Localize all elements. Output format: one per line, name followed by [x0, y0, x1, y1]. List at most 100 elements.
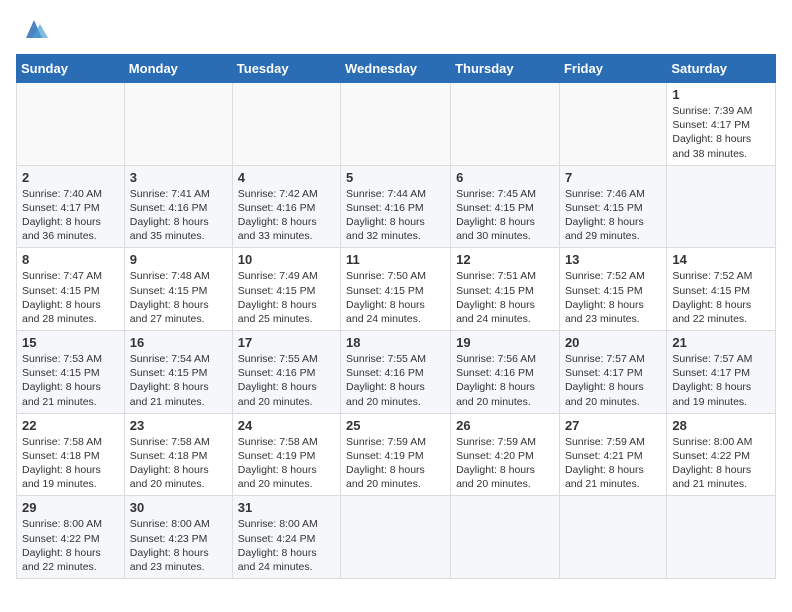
day-number: 26	[456, 418, 554, 433]
table-row: 8Sunrise: 7:47 AMSunset: 4:15 PMDaylight…	[17, 248, 125, 331]
day-number: 3	[130, 170, 227, 185]
table-row: 6 Sunrise: 7:45 AMSunset: 4:15 PMDaylight…	[451, 165, 560, 248]
day-info: Sunrise: 7:58 AMSunset: 4:18 PMDaylight:…	[22, 435, 119, 492]
day-number: 22	[22, 418, 119, 433]
empty-cell	[232, 83, 340, 166]
day-of-week-header: Sunday	[17, 55, 125, 83]
page-header	[16, 16, 776, 44]
table-row: 19 Sunrise: 7:56 AMSunset: 4:16 PMDayligh…	[451, 331, 560, 414]
day-info: Sunrise: 7:46 AMSunset: 4:15 PMDaylight:…	[565, 187, 661, 244]
day-number: 19	[456, 335, 554, 350]
table-row: 9 Sunrise: 7:48 AMSunset: 4:15 PMDaylight…	[124, 248, 232, 331]
table-row: 21 Sunrise: 7:57 AMSunset: 4:17 PMDayligh…	[667, 331, 776, 414]
day-number: 23	[130, 418, 227, 433]
table-row: 17Sunrise: 7:55 AMSunset: 4:16 PMDayligh…	[232, 331, 340, 414]
day-info: Sunrise: 7:47 AMSunset: 4:15 PMDaylight:…	[22, 269, 119, 326]
day-number: 4	[238, 170, 335, 185]
empty-cell	[667, 496, 776, 579]
day-info: Sunrise: 8:00 AMSunset: 4:22 PMDaylight:…	[22, 517, 119, 574]
day-info: Sunrise: 7:51 AMSunset: 4:15 PMDaylight:…	[456, 269, 554, 326]
day-number: 25	[346, 418, 445, 433]
day-info: Sunrise: 7:59 AMSunset: 4:21 PMDaylight:…	[565, 435, 661, 492]
day-of-week-header: Thursday	[451, 55, 560, 83]
day-info: Sunrise: 7:52 AMSunset: 4:15 PMDaylight:…	[565, 269, 661, 326]
day-number: 16	[130, 335, 227, 350]
day-number: 9	[130, 252, 227, 267]
day-number: 13	[565, 252, 661, 267]
calendar-table: SundayMondayTuesdayWednesdayThursdayFrid…	[16, 54, 776, 579]
day-info: Sunrise: 8:00 AMSunset: 4:22 PMDaylight:…	[672, 435, 770, 492]
empty-cell	[559, 83, 666, 166]
day-info: Sunrise: 7:48 AMSunset: 4:15 PMDaylight:…	[130, 269, 227, 326]
day-number: 7	[565, 170, 661, 185]
day-info: Sunrise: 7:54 AMSunset: 4:15 PMDaylight:…	[130, 352, 227, 409]
table-row: 13 Sunrise: 7:52 AMSunset: 4:15 PMDayligh…	[559, 248, 666, 331]
day-of-week-header: Saturday	[667, 55, 776, 83]
day-number: 1	[672, 87, 770, 102]
logo-icon	[20, 16, 48, 44]
table-row: 28 Sunrise: 8:00 AMSunset: 4:22 PMDayligh…	[667, 413, 776, 496]
day-number: 10	[238, 252, 335, 267]
day-info: Sunrise: 7:42 AMSunset: 4:16 PMDaylight:…	[238, 187, 335, 244]
day-info: Sunrise: 7:55 AMSunset: 4:16 PMDaylight:…	[346, 352, 445, 409]
day-number: 17	[238, 335, 335, 350]
table-row: 4 Sunrise: 7:42 AMSunset: 4:16 PMDaylight…	[232, 165, 340, 248]
table-row: 11Sunrise: 7:50 AMSunset: 4:15 PMDayligh…	[341, 248, 451, 331]
day-number: 11	[346, 252, 445, 267]
empty-cell	[667, 165, 776, 248]
day-info: Sunrise: 7:56 AMSunset: 4:16 PMDaylight:…	[456, 352, 554, 409]
table-row: 27 Sunrise: 7:59 AMSunset: 4:21 PMDayligh…	[559, 413, 666, 496]
day-info: Sunrise: 7:52 AMSunset: 4:15 PMDaylight:…	[672, 269, 770, 326]
empty-cell	[341, 496, 451, 579]
day-info: Sunrise: 7:53 AMSunset: 4:15 PMDaylight:…	[22, 352, 119, 409]
table-row: 30 Sunrise: 8:00 AMSunset: 4:23 PMDayligh…	[124, 496, 232, 579]
day-of-week-header: Monday	[124, 55, 232, 83]
day-info: Sunrise: 7:58 AMSunset: 4:18 PMDaylight:…	[130, 435, 227, 492]
table-row: 7 Sunrise: 7:46 AMSunset: 4:15 PMDaylight…	[559, 165, 666, 248]
day-number: 30	[130, 500, 227, 515]
day-info: Sunrise: 7:40 AMSunset: 4:17 PMDaylight:…	[22, 187, 119, 244]
empty-cell	[451, 83, 560, 166]
day-info: Sunrise: 7:59 AMSunset: 4:19 PMDaylight:…	[346, 435, 445, 492]
day-number: 31	[238, 500, 335, 515]
day-info: Sunrise: 7:45 AMSunset: 4:15 PMDaylight:…	[456, 187, 554, 244]
table-row: 31 Sunrise: 8:00 AMSunset: 4:24 PMDayligh…	[232, 496, 340, 579]
day-number: 21	[672, 335, 770, 350]
table-row: 3Sunrise: 7:41 AMSunset: 4:16 PMDaylight…	[124, 165, 232, 248]
table-row: 22 Sunrise: 7:58 AMSunset: 4:18 PMDayligh…	[17, 413, 125, 496]
empty-cell	[341, 83, 451, 166]
day-info: Sunrise: 7:39 AMSunset: 4:17 PMDaylight:…	[672, 104, 770, 161]
day-info: Sunrise: 7:57 AMSunset: 4:17 PMDaylight:…	[672, 352, 770, 409]
day-number: 5	[346, 170, 445, 185]
table-row: 12 Sunrise: 7:51 AMSunset: 4:15 PMDayligh…	[451, 248, 560, 331]
day-info: Sunrise: 8:00 AMSunset: 4:23 PMDaylight:…	[130, 517, 227, 574]
table-row: 1 Sunrise: 7:39 AMSunset: 4:17 PMDaylight…	[667, 83, 776, 166]
calendar-header-row: SundayMondayTuesdayWednesdayThursdayFrid…	[17, 55, 776, 83]
day-number: 24	[238, 418, 335, 433]
day-number: 28	[672, 418, 770, 433]
table-row: 14Sunrise: 7:52 AMSunset: 4:15 PMDayligh…	[667, 248, 776, 331]
empty-cell	[17, 83, 125, 166]
day-number: 12	[456, 252, 554, 267]
table-row: 15Sunrise: 7:53 AMSunset: 4:15 PMDayligh…	[17, 331, 125, 414]
day-number: 18	[346, 335, 445, 350]
day-info: Sunrise: 7:57 AMSunset: 4:17 PMDaylight:…	[565, 352, 661, 409]
day-of-week-header: Friday	[559, 55, 666, 83]
table-row: 18 Sunrise: 7:55 AMSunset: 4:16 PMDayligh…	[341, 331, 451, 414]
table-row: 24 Sunrise: 7:58 AMSunset: 4:19 PMDayligh…	[232, 413, 340, 496]
empty-cell	[124, 83, 232, 166]
day-info: Sunrise: 7:49 AMSunset: 4:15 PMDaylight:…	[238, 269, 335, 326]
table-row: 2Sunrise: 7:40 AMSunset: 4:17 PMDaylight…	[17, 165, 125, 248]
table-row: 10 Sunrise: 7:49 AMSunset: 4:15 PMDayligh…	[232, 248, 340, 331]
day-of-week-header: Wednesday	[341, 55, 451, 83]
day-number: 27	[565, 418, 661, 433]
day-info: Sunrise: 7:58 AMSunset: 4:19 PMDaylight:…	[238, 435, 335, 492]
table-row: 23 Sunrise: 7:58 AMSunset: 4:18 PMDayligh…	[124, 413, 232, 496]
day-number: 6	[456, 170, 554, 185]
table-row: 29Sunrise: 8:00 AMSunset: 4:22 PMDayligh…	[17, 496, 125, 579]
day-of-week-header: Tuesday	[232, 55, 340, 83]
day-number: 20	[565, 335, 661, 350]
empty-cell	[451, 496, 560, 579]
table-row: 26Sunrise: 7:59 AMSunset: 4:20 PMDayligh…	[451, 413, 560, 496]
day-info: Sunrise: 8:00 AMSunset: 4:24 PMDaylight:…	[238, 517, 335, 574]
